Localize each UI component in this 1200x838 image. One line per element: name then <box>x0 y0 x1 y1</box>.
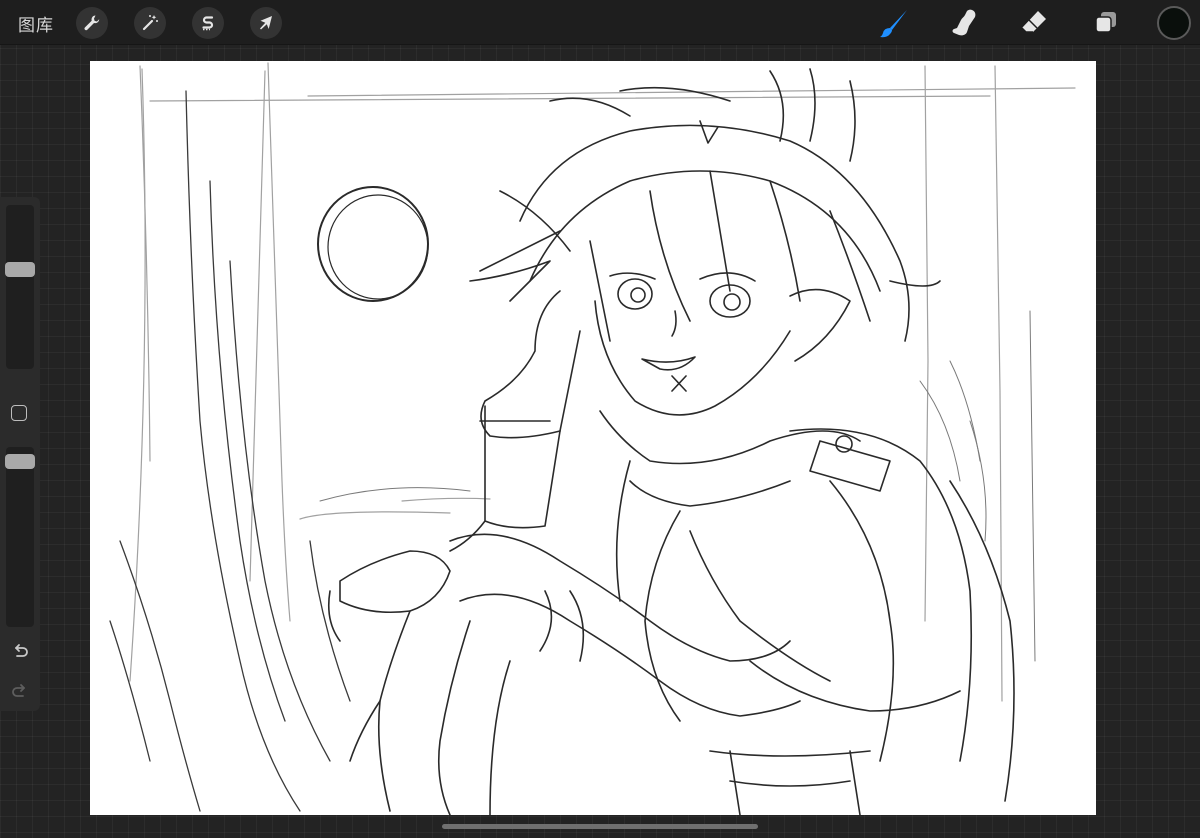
brush-size-slider[interactable] <box>5 205 35 369</box>
undo-icon <box>15 644 28 657</box>
wrench-icon <box>84 15 100 31</box>
current-color-swatch[interactable] <box>1157 6 1191 40</box>
undo-button[interactable] <box>9 641 31 663</box>
gallery-button[interactable]: 图库 <box>18 11 54 36</box>
magic-wand-icon <box>142 15 158 31</box>
smudge-tool[interactable] <box>947 6 981 40</box>
arrow-cursor-icon <box>260 16 272 30</box>
sketch-artwork <box>109 62 1076 815</box>
redo-icon <box>12 684 25 697</box>
brush-icon <box>880 10 907 38</box>
adjustments-button[interactable] <box>134 7 166 39</box>
brush-tool[interactable] <box>877 6 911 40</box>
home-indicator[interactable] <box>442 824 758 829</box>
eraser-icon <box>1021 11 1046 33</box>
left-sidebar <box>0 197 40 711</box>
modify-button[interactable] <box>11 405 27 421</box>
redo-button[interactable] <box>9 681 31 703</box>
drawing-canvas[interactable] <box>90 61 1096 815</box>
selection-button[interactable] <box>192 7 224 39</box>
smudge-finger-icon <box>952 9 976 36</box>
opacity-slider-thumb[interactable] <box>5 454 35 469</box>
selection-s-icon <box>202 16 214 31</box>
top-toolbar: 图库 <box>0 0 1200 45</box>
layers-tool[interactable] <box>1089 6 1123 40</box>
brush-size-slider-thumb[interactable] <box>5 262 35 277</box>
layers-icon <box>1095 12 1116 33</box>
transform-button[interactable] <box>250 7 282 39</box>
opacity-slider[interactable] <box>5 447 35 627</box>
actions-button[interactable] <box>76 7 108 39</box>
eraser-tool[interactable] <box>1017 6 1051 40</box>
